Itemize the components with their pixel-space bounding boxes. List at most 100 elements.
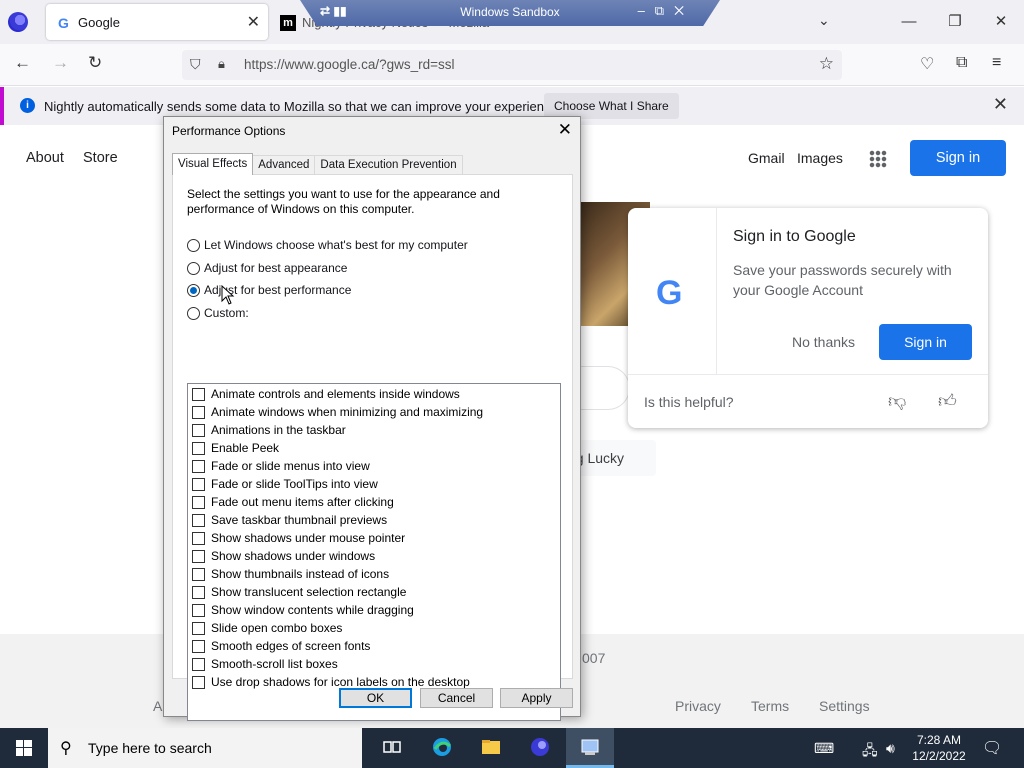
no-thanks-button[interactable]: No thanks <box>792 334 855 350</box>
lock-icon[interactable]: 🔒︎ <box>218 56 225 72</box>
settings-link[interactable]: Settings <box>819 698 870 714</box>
close-window-icon[interactable]: ✕ <box>978 0 1024 44</box>
checkbox[interactable] <box>192 495 205 509</box>
popup-sign-in-button[interactable]: Sign in <box>879 324 972 360</box>
cancel-button[interactable]: Cancel <box>420 688 493 708</box>
checkbox[interactable] <box>192 405 205 419</box>
thumbs-down-icon[interactable]: 👎︎ <box>888 390 906 412</box>
checkbox[interactable] <box>192 549 205 563</box>
gmail-link[interactable]: Gmail <box>748 150 785 166</box>
sandbox-window-controls[interactable]: –⧉✕ <box>638 3 694 19</box>
task-view-icon[interactable] <box>368 728 416 768</box>
list-item[interactable]: Show shadows under windows <box>192 547 375 565</box>
url-text[interactable]: https://www.google.ca/?gws_rd=ssl <box>244 57 454 72</box>
menu-icon[interactable]: ≡ <box>992 54 1001 72</box>
ok-button[interactable]: OK <box>339 688 412 708</box>
terms-link[interactable]: Terms <box>751 698 789 714</box>
apply-button[interactable]: Apply <box>500 688 573 708</box>
list-item[interactable]: Show shadows under mouse pointer <box>192 529 405 547</box>
radio-best-appearance[interactable]: Adjust for best appearance <box>187 260 347 276</box>
tab-advanced[interactable]: Advanced <box>252 155 316 175</box>
reload-icon[interactable]: ↻ <box>88 53 102 73</box>
tab-visual-effects[interactable]: Visual Effects <box>172 153 254 175</box>
info-icon: i <box>20 98 35 113</box>
about-link[interactable]: About <box>26 150 64 166</box>
list-item[interactable]: Smooth edges of screen fonts <box>192 637 370 655</box>
visual-effects-list[interactable]: Animate controls and elements inside win… <box>187 383 561 721</box>
radio-button-selected[interactable] <box>187 283 200 297</box>
sandbox-title-bar[interactable]: ⇄ ▮▮ Windows Sandbox –⧉✕ <box>300 0 720 26</box>
radio-let-windows-choose[interactable]: Let Windows choose what's best for my co… <box>187 237 468 253</box>
list-item[interactable]: Enable Peek <box>192 439 279 457</box>
search-box[interactable] <box>580 366 630 410</box>
list-item[interactable]: Animate windows when minimizing and maxi… <box>192 403 483 421</box>
privacy-link[interactable]: Privacy <box>675 698 721 714</box>
tab-close-icon[interactable]: ✕ <box>247 12 260 32</box>
radio-custom[interactable]: Custom: <box>187 305 249 321</box>
pocket-icon[interactable]: ♡ <box>920 54 934 74</box>
checkbox[interactable] <box>192 477 205 491</box>
checkbox[interactable] <box>192 441 205 455</box>
radio-button[interactable] <box>187 306 200 320</box>
list-item[interactable]: Animations in the taskbar <box>192 421 346 439</box>
checkbox[interactable] <box>192 513 205 527</box>
radio-button[interactable] <box>187 238 200 252</box>
store-link[interactable]: Store <box>83 150 118 166</box>
list-item[interactable]: Slide open combo boxes <box>192 619 342 637</box>
list-item[interactable]: Show translucent selection rectangle <box>192 583 406 601</box>
list-item[interactable]: Animate controls and elements inside win… <box>192 385 460 403</box>
radio-button[interactable] <box>187 261 200 275</box>
popup-text: Save your passwords securely with your G… <box>733 262 952 298</box>
volume-icon[interactable]: 🔊︎ <box>886 740 895 757</box>
start-button[interactable] <box>0 728 48 768</box>
url-bar[interactable]: ⛉ 🔒︎ https://www.google.ca/?gws_rd=ssl ☆ <box>182 50 842 80</box>
taskbar-search[interactable]: ⚲ Type here to search <box>48 728 362 768</box>
list-all-tabs-icon[interactable]: ⌄ <box>818 12 830 29</box>
notification-close-icon[interactable]: ✕ <box>993 94 1008 115</box>
google-apps-icon[interactable] <box>869 150 887 168</box>
list-item[interactable]: Fade out menu items after clicking <box>192 493 394 511</box>
firefox-nightly-icon[interactable] <box>8 12 28 32</box>
list-item[interactable]: Fade or slide ToolTips into view <box>192 475 378 493</box>
checkbox[interactable] <box>192 387 205 401</box>
bookmark-star-icon[interactable]: ☆ <box>819 54 834 74</box>
footer-left-fragment[interactable]: A <box>153 698 162 714</box>
list-item[interactable]: Save taskbar thumbnail previews <box>192 511 387 529</box>
tab-data-execution-prevention[interactable]: Data Execution Prevention <box>314 155 463 175</box>
radio-best-performance[interactable]: Adjust for best performance <box>187 282 351 298</box>
list-item[interactable]: Show thumbnails instead of icons <box>192 565 389 583</box>
extensions-icon[interactable]: ⧉ <box>956 54 967 72</box>
minimize-icon[interactable]: — <box>886 0 932 44</box>
tab-google[interactable]: G Google ✕ <box>46 4 268 40</box>
firefox-nightly-taskbar-icon[interactable] <box>516 728 564 768</box>
checkbox[interactable] <box>192 585 205 599</box>
edge-icon[interactable] <box>418 728 466 768</box>
list-item[interactable]: Fade or slide menus into view <box>192 457 370 475</box>
list-item[interactable]: Smooth-scroll list boxes <box>192 655 338 673</box>
checkbox[interactable] <box>192 621 205 635</box>
checkbox[interactable] <box>192 531 205 545</box>
tracking-shield-icon[interactable]: ⛉ <box>190 56 201 73</box>
sandbox-taskbar-icon[interactable] <box>566 728 614 768</box>
restore-icon[interactable]: ❐ <box>932 0 978 44</box>
divider <box>628 374 988 375</box>
checkbox[interactable] <box>192 657 205 671</box>
notifications-icon[interactable]: 🗨︎ <box>982 738 1002 758</box>
checkbox[interactable] <box>192 639 205 653</box>
network-icon[interactable]: 🖧︎ <box>862 740 878 764</box>
back-icon[interactable]: ← <box>14 53 31 73</box>
checkbox[interactable] <box>192 603 205 617</box>
checkbox[interactable] <box>192 459 205 473</box>
forward-icon[interactable]: → <box>52 53 69 73</box>
sign-in-button[interactable]: Sign in <box>910 140 1006 176</box>
thumbs-up-icon[interactable]: 👍︎ <box>938 390 957 412</box>
dialog-close-icon[interactable]: ✕ <box>558 120 572 140</box>
checkbox[interactable] <box>192 423 205 437</box>
file-explorer-icon[interactable] <box>467 728 515 768</box>
clock[interactable]: 7:28 AM 12/2/2022 <box>906 732 972 764</box>
images-link[interactable]: Images <box>797 150 843 166</box>
list-item[interactable]: Show window contents while dragging <box>192 601 414 619</box>
checkbox[interactable] <box>192 567 205 581</box>
keyboard-icon[interactable]: ⌨ <box>814 740 834 757</box>
checkbox[interactable] <box>192 675 205 689</box>
